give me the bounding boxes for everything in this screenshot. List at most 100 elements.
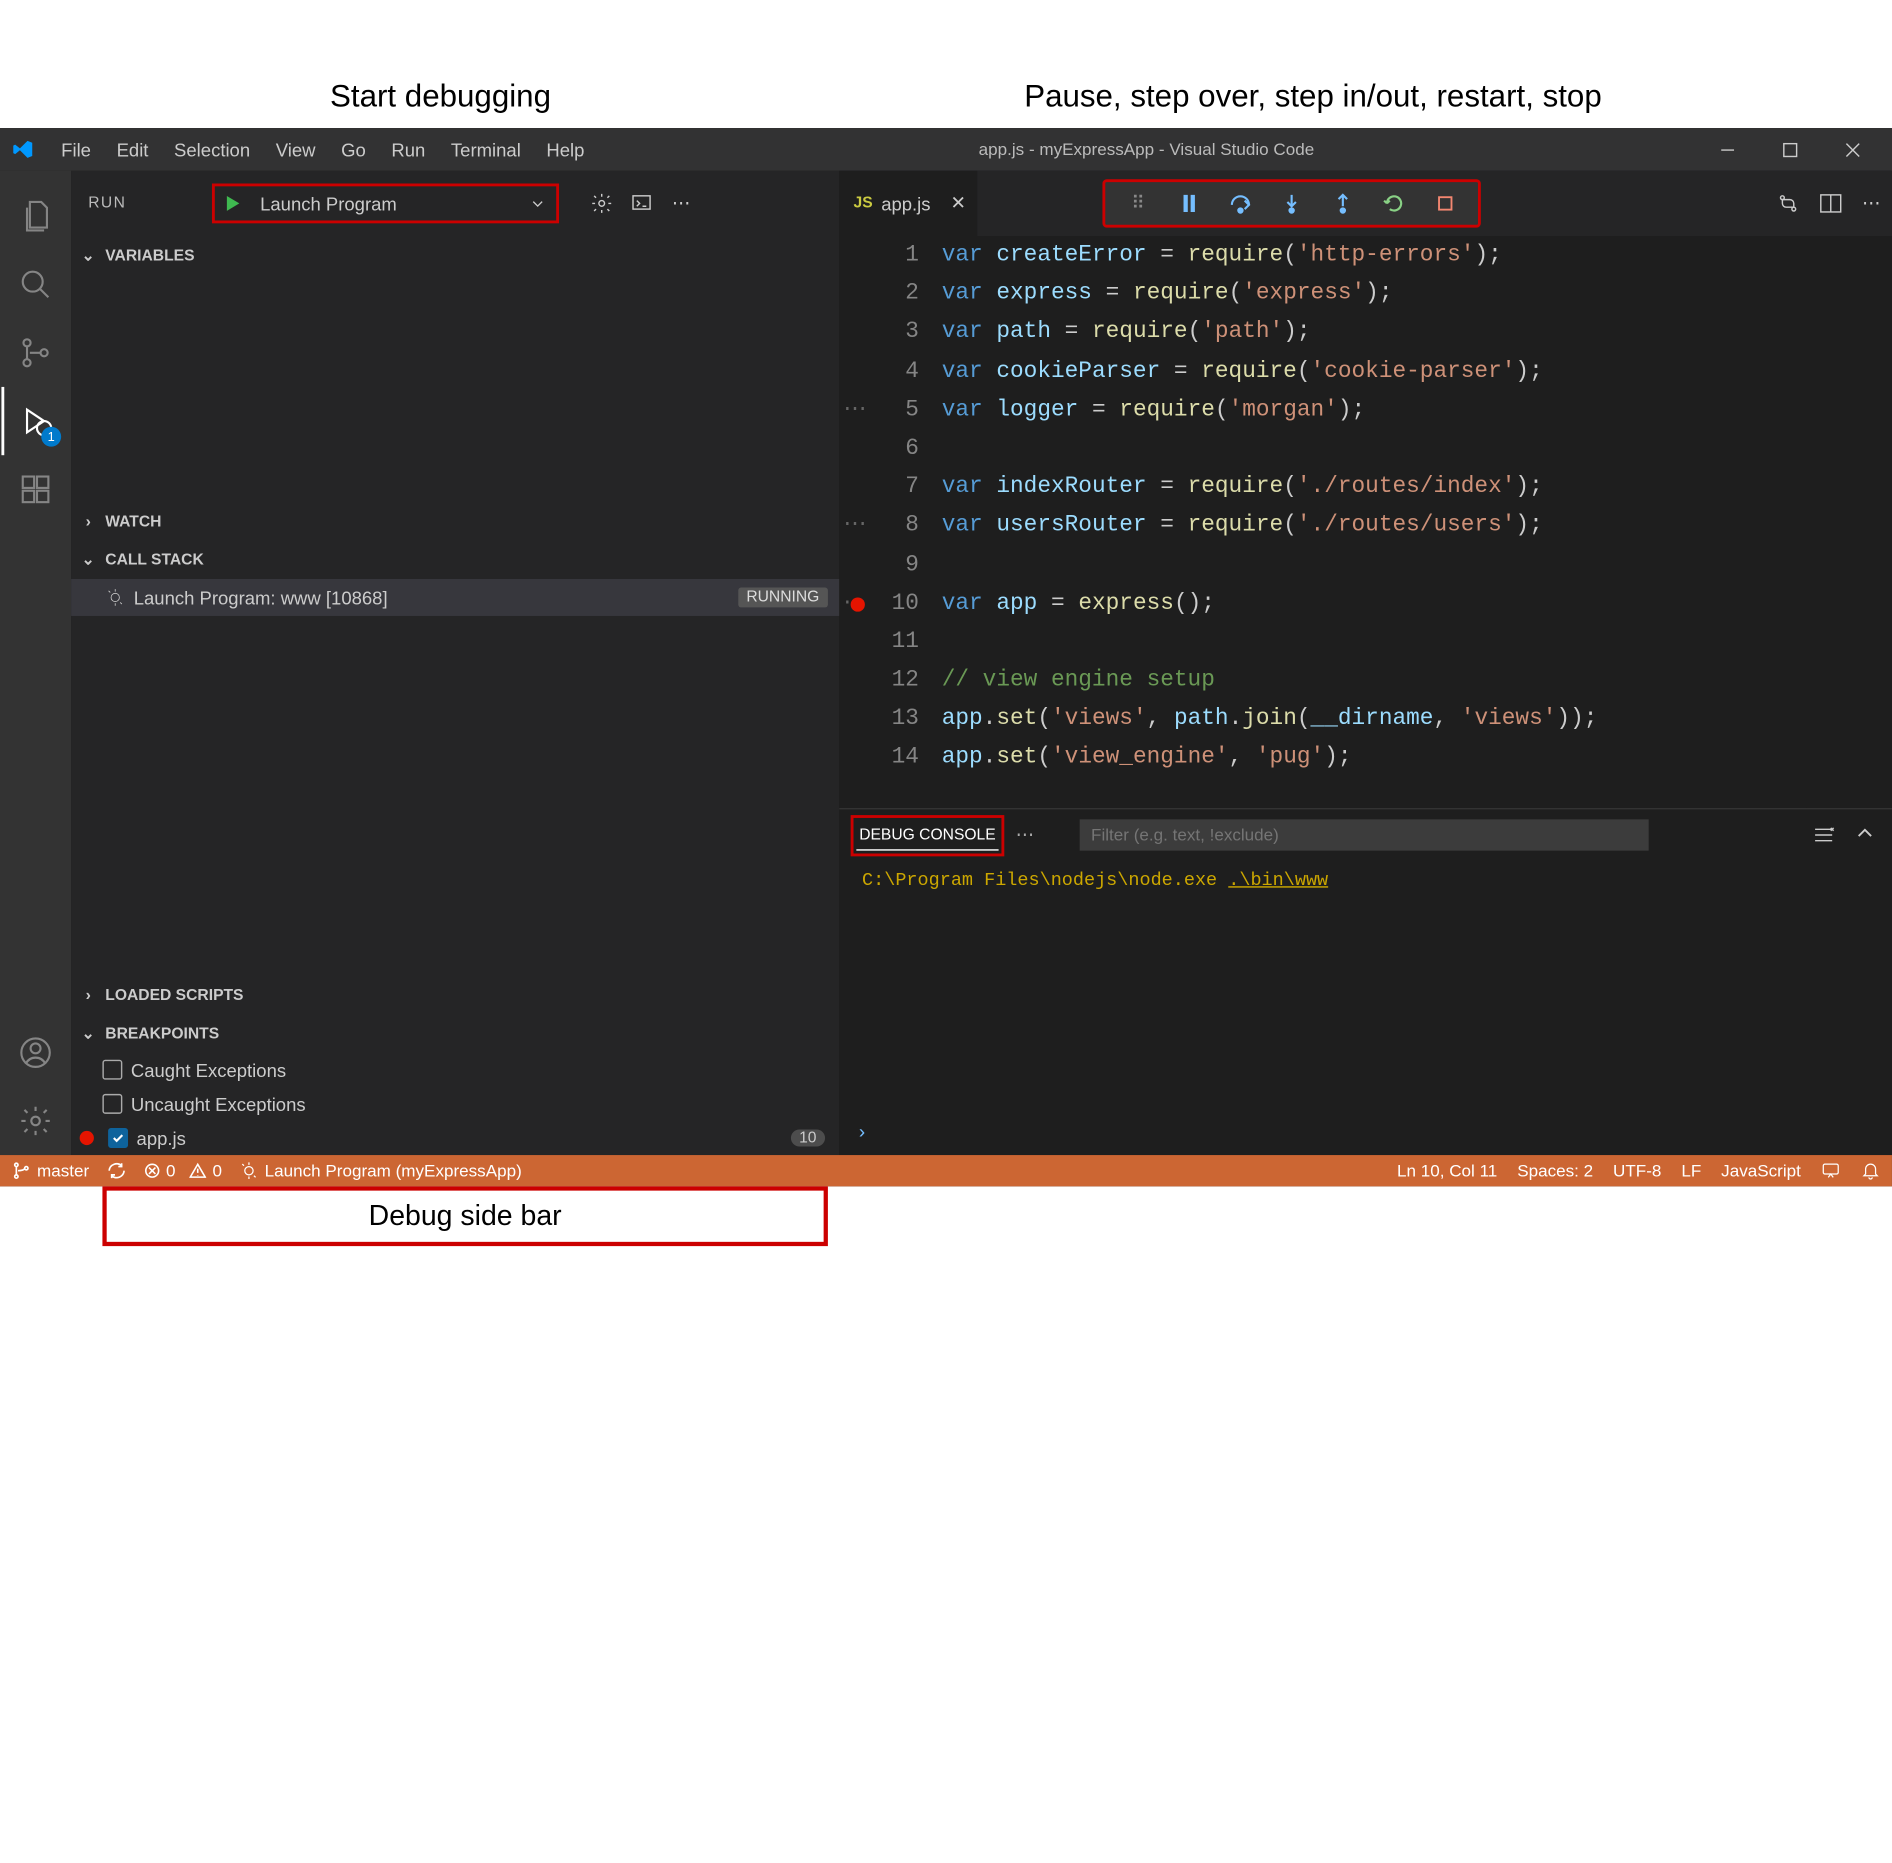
sidebar-title: RUN — [88, 195, 126, 212]
bp-label: Uncaught Exceptions — [131, 1093, 306, 1114]
bp-line-badge: 10 — [791, 1129, 825, 1146]
callstack-status: RUNNING — [738, 587, 828, 607]
editor-tabs: JS app.js ✕ ⠿ ⋯ — [839, 171, 1892, 236]
console-output: C:\Program Files\nodejs\node.exe .\bin\w… — [839, 861, 1892, 1155]
menu-view[interactable]: View — [266, 133, 326, 166]
vscode-logo-icon — [11, 138, 34, 161]
editor-area: JS app.js ✕ ⠿ ⋯ — [839, 171, 1892, 1155]
loaded-scripts-section[interactable]: ›LOADED SCRIPTS — [71, 976, 839, 1014]
breakpoint-dot-icon[interactable] — [851, 597, 865, 611]
clear-console-icon[interactable] — [1812, 824, 1835, 847]
checkbox[interactable] — [102, 1094, 122, 1114]
feedback-icon[interactable] — [1821, 1161, 1841, 1181]
extensions-icon[interactable] — [1, 455, 69, 523]
callstack-item[interactable]: Launch Program: www [10868] RUNNING — [71, 579, 839, 616]
drag-handle-icon[interactable]: ⠿ — [1114, 182, 1162, 225]
tab-app-js[interactable]: JS app.js ✕ — [839, 171, 977, 236]
titlebar: FileEditSelectionViewGoRunTerminalHelp a… — [0, 128, 1892, 171]
debug-toolbar: ⠿ — [1102, 179, 1480, 227]
breakpoints-section[interactable]: ⌄BREAKPOINTS — [71, 1014, 839, 1052]
accounts-icon[interactable] — [1, 1019, 69, 1087]
step-out-button[interactable] — [1319, 182, 1367, 225]
step-over-button[interactable] — [1216, 182, 1264, 225]
minimize-button[interactable] — [1698, 128, 1755, 171]
menubar: FileEditSelectionViewGoRunTerminalHelp — [51, 133, 594, 166]
stop-button[interactable] — [1421, 182, 1469, 225]
section-label: WATCH — [105, 513, 161, 530]
sync-item[interactable] — [106, 1161, 126, 1181]
compare-changes-icon[interactable] — [1777, 192, 1800, 215]
minimap[interactable] — [1807, 236, 1892, 808]
indentation-item[interactable]: Spaces: 2 — [1517, 1161, 1593, 1181]
section-label: VARIABLES — [105, 247, 194, 264]
restart-button[interactable] — [1370, 182, 1418, 225]
section-label: LOADED SCRIPTS — [105, 987, 243, 1004]
breakpoint-uncaught[interactable]: Uncaught Exceptions — [71, 1087, 839, 1121]
callstack-section[interactable]: ⌄CALL STACK — [71, 541, 839, 579]
checkbox[interactable] — [102, 1060, 122, 1080]
configure-gear-icon[interactable] — [587, 192, 615, 215]
run-sidebar: RUN Launch Program ⋯ ⌄VARIABLES — [71, 171, 839, 1155]
encoding-item[interactable]: UTF-8 — [1613, 1161, 1661, 1181]
maximize-button[interactable] — [1761, 128, 1818, 171]
start-debugging-button[interactable] — [215, 193, 249, 213]
tab-label: app.js — [881, 193, 930, 214]
callstack-item-label: Launch Program: www [10868] — [134, 587, 388, 608]
console-filter-input[interactable] — [1080, 819, 1649, 850]
run-config-selector: Launch Program — [212, 184, 559, 224]
vscode-window: FileEditSelectionViewGoRunTerminalHelp a… — [0, 128, 1892, 1186]
split-editor-icon[interactable] — [1819, 192, 1842, 215]
source-control-icon[interactable] — [1, 319, 69, 387]
annotation-sidebar: Debug side bar — [102, 1186, 827, 1246]
menu-run[interactable]: Run — [381, 133, 435, 166]
debug-console-tab[interactable]: DEBUG CONSOLE — [856, 820, 998, 850]
notifications-icon[interactable] — [1861, 1161, 1881, 1181]
menu-file[interactable]: File — [51, 133, 101, 166]
debug-console-panel: DEBUG CONSOLE ⋯ C:\Program Files\nodejs\… — [839, 808, 1892, 1155]
run-debug-icon[interactable]: 1 — [1, 387, 69, 455]
bp-label: Caught Exceptions — [131, 1059, 286, 1080]
variables-section[interactable]: ⌄VARIABLES — [71, 236, 839, 274]
menu-edit[interactable]: Edit — [107, 133, 159, 166]
language-mode-item[interactable]: JavaScript — [1721, 1161, 1801, 1181]
watch-section[interactable]: ›WATCH — [71, 502, 839, 540]
activitybar: 1 — [0, 171, 71, 1155]
more-actions-icon[interactable]: ⋯ — [667, 192, 695, 215]
close-button[interactable] — [1824, 128, 1881, 171]
launch-config-label: Launch Program — [260, 193, 397, 214]
section-label: BREAKPOINTS — [105, 1025, 219, 1042]
menu-selection[interactable]: Selection — [164, 133, 260, 166]
debug-badge: 1 — [41, 427, 61, 447]
bp-label: app.js — [137, 1127, 186, 1148]
menu-go[interactable]: Go — [331, 133, 376, 166]
close-tab-icon[interactable]: ✕ — [950, 192, 966, 215]
statusbar: master 0 0 Launch Program (myExpressApp)… — [0, 1155, 1892, 1186]
eol-item[interactable]: LF — [1681, 1161, 1701, 1181]
collapse-panel-icon[interactable] — [1855, 824, 1875, 847]
pause-button[interactable] — [1165, 182, 1213, 225]
panel-more-icon[interactable]: ⋯ — [1016, 824, 1034, 847]
breakpoint-caught[interactable]: Caught Exceptions — [71, 1053, 839, 1087]
js-file-icon: JS — [854, 195, 873, 212]
menu-help[interactable]: Help — [536, 133, 594, 166]
checkbox[interactable] — [108, 1128, 128, 1148]
code-editor[interactable]: ⋯⋯⋯⋯⋯⋯⋯⋯⋯⋯⋯⋯⋯⋯ 1234567891011121314 var c… — [839, 236, 1892, 808]
annotation-start-debugging: Start debugging — [330, 78, 551, 115]
launch-config-dropdown[interactable]: Launch Program — [249, 193, 556, 214]
more-actions-icon[interactable]: ⋯ — [1862, 192, 1880, 215]
annotation-debug-controls: Pause, step over, step in/out, restart, … — [1024, 78, 1602, 115]
launch-status-item[interactable]: Launch Program (myExpressApp) — [239, 1161, 522, 1181]
cursor-position-item[interactable]: Ln 10, Col 11 — [1397, 1161, 1497, 1181]
git-branch-item[interactable]: master — [11, 1161, 89, 1181]
step-into-button[interactable] — [1267, 182, 1315, 225]
explorer-icon[interactable] — [1, 182, 69, 250]
section-label: CALL STACK — [105, 551, 204, 568]
settings-gear-icon[interactable] — [1, 1087, 69, 1155]
problems-item[interactable]: 0 0 — [143, 1161, 222, 1181]
console-input-chevron-icon[interactable]: › — [856, 1122, 867, 1143]
breakpoint-dot-icon — [80, 1131, 94, 1145]
search-icon[interactable] — [1, 250, 69, 318]
breakpoint-file[interactable]: app.js 10 — [71, 1121, 839, 1155]
debug-console-toggle-icon[interactable] — [627, 192, 655, 215]
menu-terminal[interactable]: Terminal — [441, 133, 531, 166]
